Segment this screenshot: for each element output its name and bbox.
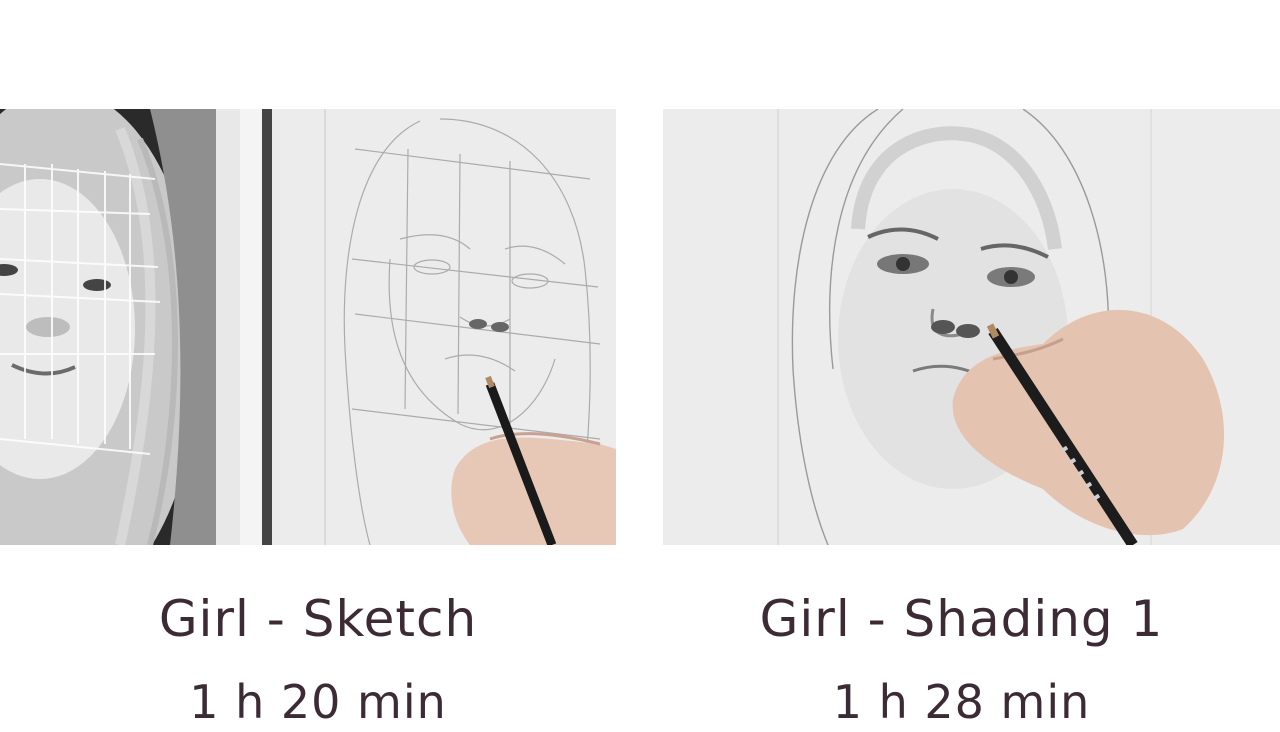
lesson-card-sketch[interactable]: Girl - Sketch 1 h 20 min — [0, 0, 616, 729]
lesson-duration: 1 h 28 min — [832, 675, 1091, 729]
shading-thumbnail-image — [663, 109, 1280, 545]
lesson-card-shading[interactable]: Girl - Shading 1 1 h 28 min — [663, 0, 1280, 729]
lesson-duration: 1 h 20 min — [189, 675, 447, 729]
lesson-thumbnail-sketch[interactable] — [0, 109, 616, 545]
lesson-title[interactable]: Girl - Sketch — [10, 590, 626, 648]
lesson-title[interactable]: Girl - Shading 1 — [653, 590, 1270, 648]
lesson-thumbnail-shading[interactable] — [663, 109, 1280, 545]
sketch-thumbnail-image — [0, 109, 616, 545]
